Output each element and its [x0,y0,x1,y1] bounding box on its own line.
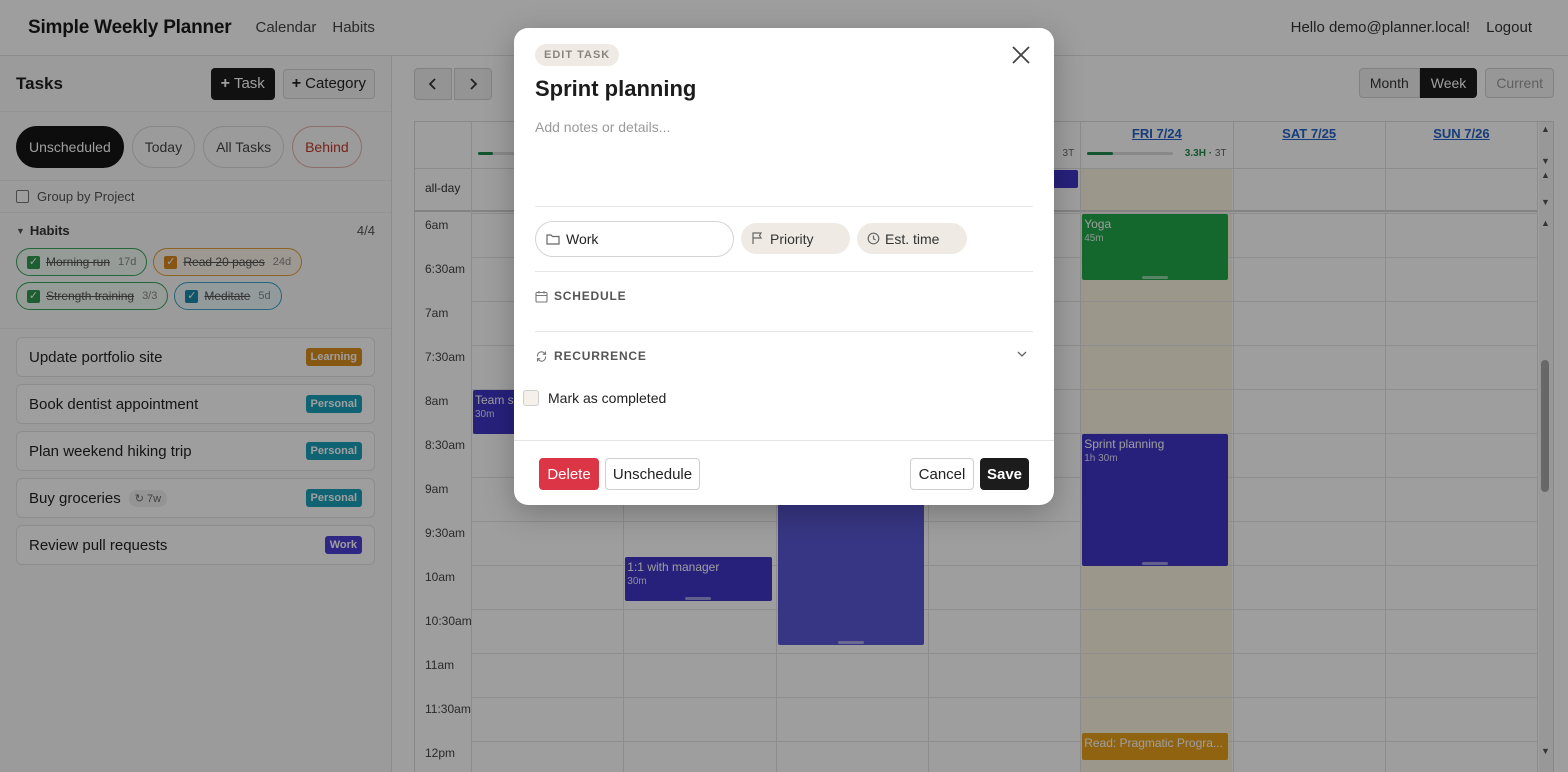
task-title-input[interactable]: Sprint planning [535,76,696,102]
close-icon [1012,46,1030,64]
mark-completed-row[interactable]: Mark as completed [523,390,666,406]
modal-footer: Delete Unschedule Cancel Save [514,440,1054,505]
estimate-time-button[interactable]: Est. time [857,223,967,254]
calendar-icon [535,290,548,303]
priority-label: Priority [770,230,814,247]
recurrence-section[interactable]: RECURRENCE [535,349,647,363]
save-button[interactable]: Save [980,458,1029,490]
project-value: Work [566,231,599,247]
estimate-label: Est. time [885,230,940,247]
cancel-button[interactable]: Cancel [910,458,974,490]
flag-icon [752,232,763,244]
schedule-label: SCHEDULE [554,289,627,303]
edit-task-modal: EDIT TASK Sprint planning Add notes or d… [514,28,1054,505]
mark-completed-label: Mark as completed [548,390,667,406]
unschedule-button[interactable]: Unschedule [605,458,700,490]
divider [535,271,1033,272]
recurrence-label: RECURRENCE [554,349,647,363]
priority-button[interactable]: Priority [741,223,850,254]
repeat-icon [536,350,547,362]
folder-icon [546,234,560,245]
divider [535,331,1033,332]
project-select[interactable]: Work [535,221,734,257]
close-button[interactable] [1010,44,1032,66]
edit-task-badge: EDIT TASK [535,44,620,66]
mark-completed-checkbox[interactable] [523,390,539,406]
clock-icon [867,232,880,245]
notes-textarea[interactable]: Add notes or details... [535,119,670,135]
divider [535,206,1033,207]
chevron-down-icon[interactable] [1016,349,1028,359]
delete-button[interactable]: Delete [539,458,599,490]
schedule-section[interactable]: SCHEDULE [535,289,626,303]
